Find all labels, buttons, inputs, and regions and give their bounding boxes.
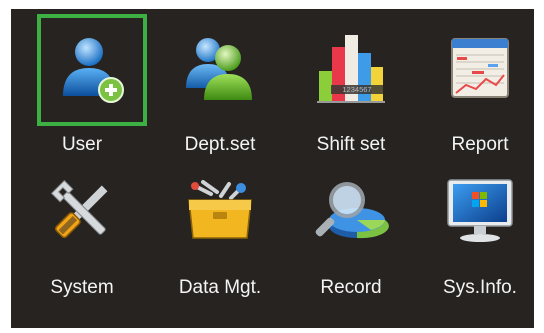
menu-item-data-mgt[interactable]: Data Mgt. (161, 157, 279, 298)
selection-highlight (37, 14, 147, 126)
shift-chart-digits: 1234567 (342, 85, 371, 94)
monitor-icon (447, 179, 513, 242)
menu-item-label: Sys.Info. (443, 277, 517, 298)
menu-item-record[interactable]: Record (292, 157, 410, 298)
icon-area (173, 18, 267, 118)
main-menu-screen: User Dept.set 1234567 Shift set Report S… (11, 9, 534, 328)
icon-area (433, 161, 527, 261)
menu-item-shift-set[interactable]: 1234567 Shift set (292, 14, 410, 155)
magnifier-pie-icon (315, 182, 389, 239)
report-icon (451, 38, 509, 98)
icon-area (433, 18, 527, 118)
menu-item-system[interactable]: System (23, 157, 141, 298)
bar-chart-icon: 1234567 (317, 35, 385, 103)
menu-item-label: Shift set (316, 134, 386, 155)
icon-area (35, 161, 129, 261)
menu-item-label: Data Mgt. (178, 277, 262, 298)
menu-item-user[interactable]: User (23, 14, 147, 155)
icon-area (173, 161, 267, 261)
department-icon (186, 38, 252, 100)
menu-item-sys-info[interactable]: Sys.Info. (421, 157, 539, 298)
menu-item-label: Record (320, 277, 382, 298)
menu-item-label: Dept.set (184, 134, 256, 155)
menu-item-label: System (50, 277, 114, 298)
user-add-icon (63, 38, 124, 103)
menu-item-dept-set[interactable]: Dept.set (161, 14, 279, 155)
icon-area (304, 161, 398, 261)
icon-area: 1234567 (304, 18, 398, 118)
menu-item-label: Report (451, 134, 509, 155)
toolbox-icon (188, 180, 252, 239)
tools-icon (50, 179, 108, 239)
menu-item-report[interactable]: Report (421, 14, 539, 155)
menu-item-label: User (61, 134, 103, 155)
